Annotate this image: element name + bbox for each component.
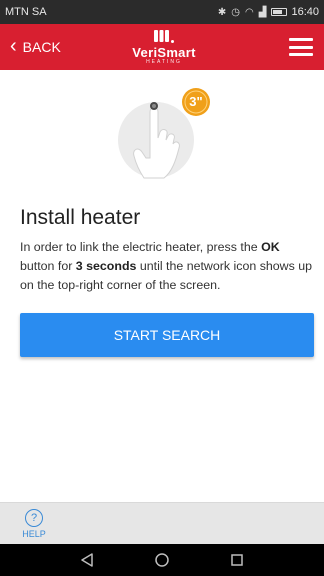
heater-logo-icon [154,30,174,43]
three-seconds-badge: 3" [189,94,203,109]
verismart-logo: VeriSmart HEATING [130,30,198,66]
question-mark-icon: ? [25,509,43,527]
duration-label: 3 seconds [75,259,137,273]
status-bar: MTN SA ✱ ◷ ◠ ▟ 16:40 [0,0,324,24]
status-icons: ✱ ◷ ◠ ▟ 16:40 [218,6,319,18]
system-nav-bar [0,544,324,576]
page-title: Install heater [20,206,141,229]
alarm-icon: ◷ [231,6,242,18]
help-label: HELP [22,529,46,539]
back-nav-icon[interactable] [77,550,97,570]
logo-text: VeriSmart [132,45,196,60]
logo-subtext: HEATING [146,59,182,65]
help-bar: ? HELP [0,502,324,544]
wifi-icon: ◠ [245,6,255,18]
bluetooth-icon: ✱ [217,6,228,18]
back-button[interactable]: ‹ BACK [10,24,61,70]
instructions-text: In order to link the electric heater, pr… [20,238,316,295]
ok-button-label: OK [261,240,280,254]
carrier-label: MTN SA [5,6,47,18]
cell-signal-icon: ▟ [258,6,268,18]
start-search-button[interactable]: START SEARCH [20,313,314,357]
instructions-part1: In order to link the electric heater, pr… [20,240,262,254]
app-header: ‹ BACK VeriSmart HEATING [0,24,324,70]
press-button-illustration: 3" [104,82,220,192]
instructions-part2: button for [20,259,76,273]
chevron-left-icon: ‹ [10,35,17,57]
help-button[interactable]: ? HELP [14,509,54,543]
battery-icon [271,8,288,16]
hamburger-menu-icon[interactable] [289,38,313,56]
back-label: BACK [22,39,61,55]
home-nav-icon[interactable] [152,550,172,570]
recents-nav-icon[interactable] [227,550,247,570]
status-time: 16:40 [291,6,319,18]
